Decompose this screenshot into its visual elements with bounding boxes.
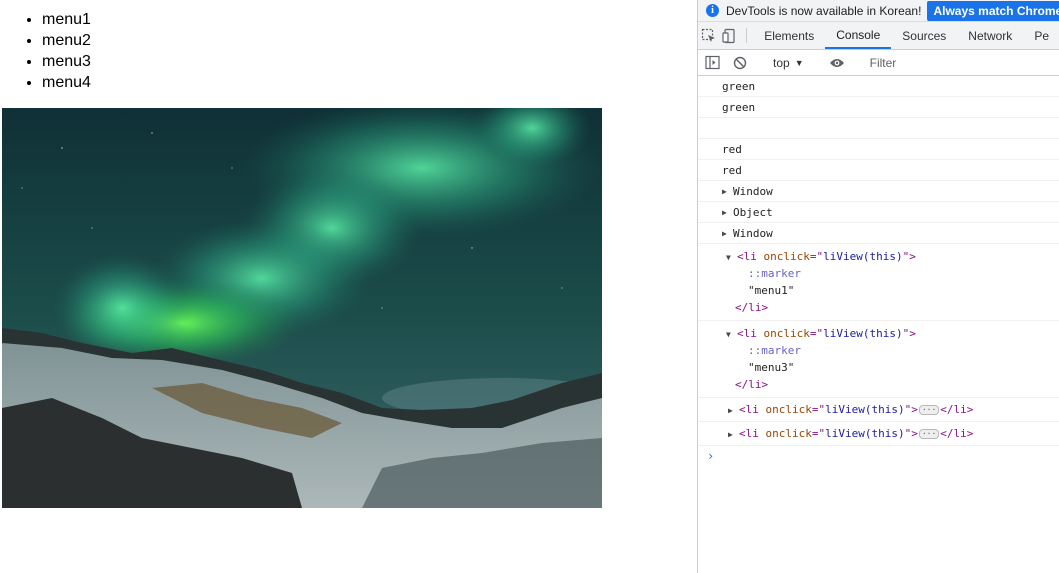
- element-marker: ::marker: [748, 267, 801, 280]
- toolbar-divider: [746, 28, 748, 43]
- console-log-line: green: [698, 97, 1059, 118]
- page-content: menu1 menu2 menu3 menu4: [0, 0, 697, 573]
- element-close-tag: </li>: [735, 378, 769, 391]
- clear-console-icon[interactable]: [726, 56, 754, 70]
- element-open-tag[interactable]: ▼ <li onclick="liView(this)">: [726, 325, 1059, 342]
- devtools-tabbar: Elements Console Sources Network Pe: [698, 21, 1059, 50]
- console-output: green green red red ▶ Window ▶ Object ▶ Win…: [698, 76, 1059, 466]
- devtools-panel: i DevTools is now available in Korean! A…: [697, 0, 1059, 573]
- element-marker: ::marker: [748, 344, 801, 357]
- dropdown-arrow-icon: ▼: [794, 57, 804, 68]
- menu-item-2[interactable]: menu2: [42, 30, 91, 51]
- element-text: "menu3": [748, 361, 795, 374]
- aurora-image: [2, 108, 602, 508]
- object-label: Window: [733, 226, 773, 240]
- sidebar-toggle-icon[interactable]: [698, 55, 726, 70]
- object-label: Object: [733, 205, 773, 219]
- menu-item-4[interactable]: menu4: [42, 72, 91, 93]
- menu-item-1[interactable]: menu1: [42, 9, 91, 30]
- element-open-tag[interactable]: ▼ <li onclick="liView(this)">: [726, 248, 1059, 265]
- menu-list: menu1 menu2 menu3 menu4: [22, 9, 91, 93]
- tab-sources[interactable]: Sources: [891, 22, 957, 49]
- context-label: top: [773, 55, 790, 70]
- inspect-element-icon[interactable]: [698, 22, 719, 49]
- language-infobar: i DevTools is now available in Korean! A…: [698, 0, 1059, 21]
- console-element-expanded: ▼ <li onclick="liView(this)"> ::marker "m…: [698, 321, 1059, 398]
- expand-triangle-icon[interactable]: ▶: [728, 426, 736, 443]
- ellipsis-icon[interactable]: ···: [918, 405, 940, 415]
- console-log-line-empty: [698, 118, 1059, 139]
- console-object-window[interactable]: ▶ Window: [698, 181, 1059, 202]
- console-prompt[interactable]: ›: [698, 446, 1059, 466]
- eye-icon[interactable]: [823, 57, 851, 69]
- ellipsis-icon[interactable]: ···: [918, 429, 940, 439]
- console-object[interactable]: ▶ Object: [698, 202, 1059, 223]
- console-toolbar: top ▼: [698, 50, 1059, 76]
- collapse-triangle-icon[interactable]: ▼: [726, 326, 734, 343]
- infobar-message: DevTools is now available in Korean!: [726, 3, 922, 18]
- menu-item-3[interactable]: menu3: [42, 51, 91, 72]
- tab-console[interactable]: Console: [825, 22, 892, 49]
- prompt-chevron-icon: ›: [707, 449, 715, 463]
- filter-input[interactable]: [869, 55, 1050, 70]
- collapse-triangle-icon[interactable]: ▼: [726, 249, 734, 266]
- tab-network[interactable]: Network: [957, 22, 1023, 49]
- context-selector[interactable]: top ▼: [767, 56, 810, 70]
- console-object-window[interactable]: ▶ Window: [698, 223, 1059, 244]
- expand-triangle-icon[interactable]: ▶: [722, 229, 730, 238]
- always-match-chrome-button[interactable]: Always match Chrome's: [927, 0, 1059, 21]
- device-toolbar-icon[interactable]: [719, 22, 740, 49]
- console-element-collapsed[interactable]: ▶ <li onclick="liView(this)"> ··· </li>: [698, 422, 1059, 446]
- console-element-expanded: ▼ <li onclick="liView(this)"> ::marker "m…: [698, 244, 1059, 321]
- expand-triangle-icon[interactable]: ▶: [722, 187, 730, 196]
- console-log-line: green: [698, 76, 1059, 97]
- info-icon: i: [706, 4, 719, 17]
- element-text: "menu1": [748, 284, 795, 297]
- console-element-collapsed[interactable]: ▶ <li onclick="liView(this)"> ··· </li>: [698, 398, 1059, 422]
- tab-performance[interactable]: Pe: [1023, 22, 1059, 49]
- expand-triangle-icon[interactable]: ▶: [728, 402, 736, 419]
- object-label: Window: [733, 184, 773, 198]
- tab-elements[interactable]: Elements: [753, 22, 825, 49]
- element-close-tag: </li>: [735, 301, 769, 314]
- expand-triangle-icon[interactable]: ▶: [722, 208, 730, 217]
- console-log-line: red: [698, 139, 1059, 160]
- console-log-line: red: [698, 160, 1059, 181]
